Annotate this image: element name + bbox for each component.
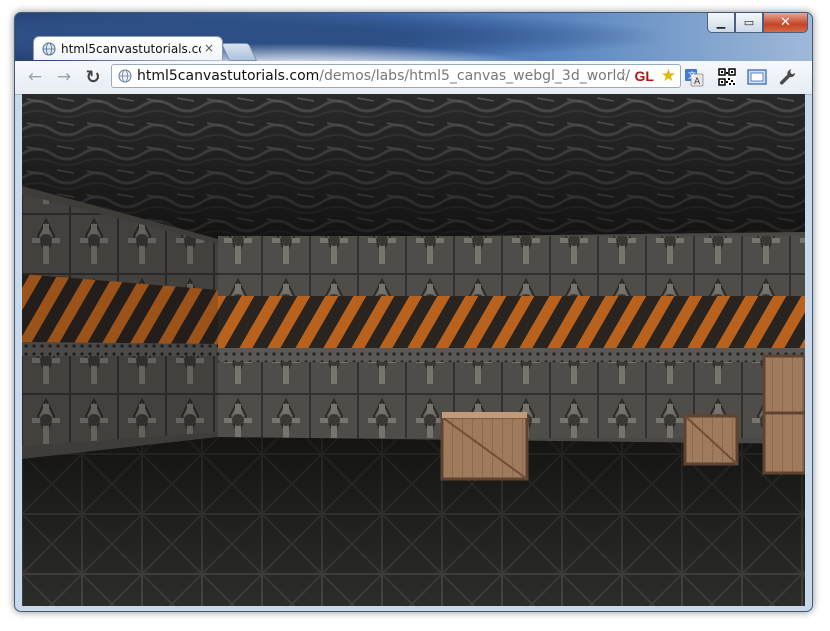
- maximize-button[interactable]: ▭: [735, 13, 763, 33]
- close-window-button[interactable]: ✕: [763, 13, 808, 33]
- globe-icon: [42, 42, 56, 55]
- reload-icon[interactable]: ↻: [81, 66, 105, 88]
- window-controls: ▁ ▭ ✕: [707, 13, 808, 33]
- forward-arrow-icon[interactable]: →: [52, 66, 76, 88]
- fullscreen-icon[interactable]: [746, 66, 768, 88]
- browser-window: ▁ ▭ ✕ html5canvastutorials.com/d × ← → ↻…: [14, 12, 813, 612]
- new-tab-button[interactable]: [220, 43, 258, 61]
- minimize-button[interactable]: ▁: [707, 13, 735, 33]
- close-icon[interactable]: ×: [204, 41, 214, 55]
- crate: [683, 414, 739, 466]
- tab-strip: html5canvastutorials.com/d ×: [29, 34, 429, 62]
- gl-badge[interactable]: GL: [635, 68, 654, 84]
- translate-icon[interactable]: 文 A: [683, 66, 705, 88]
- back-arrow-icon[interactable]: ←: [23, 66, 47, 88]
- crate: [762, 354, 805, 475]
- address-bar[interactable]: html5canvastutorials.com /demos/labs/htm…: [111, 64, 681, 88]
- toolbar: ← → ↻ html5canvastutorials.com /demos/la…: [15, 61, 812, 95]
- url-path: /demos/labs/html5_canvas_webgl_3d_world/: [319, 68, 630, 84]
- bolt-icon[interactable]: ⚡: [618, 67, 628, 83]
- tab-active[interactable]: html5canvastutorials.com/d ×: [33, 36, 223, 60]
- qr-code-icon[interactable]: [716, 66, 738, 88]
- crate: [440, 412, 529, 481]
- wrench-icon[interactable]: [777, 66, 799, 88]
- tab-title: html5canvastutorials.com/d: [61, 41, 201, 56]
- star-icon[interactable]: ★: [661, 66, 676, 86]
- 3d-world-scene: [22, 94, 805, 606]
- url-domain: html5canvastutorials.com: [137, 68, 320, 84]
- globe-icon: [118, 69, 132, 83]
- webgl-canvas[interactable]: [22, 94, 805, 606]
- svg-text:A: A: [694, 77, 701, 87]
